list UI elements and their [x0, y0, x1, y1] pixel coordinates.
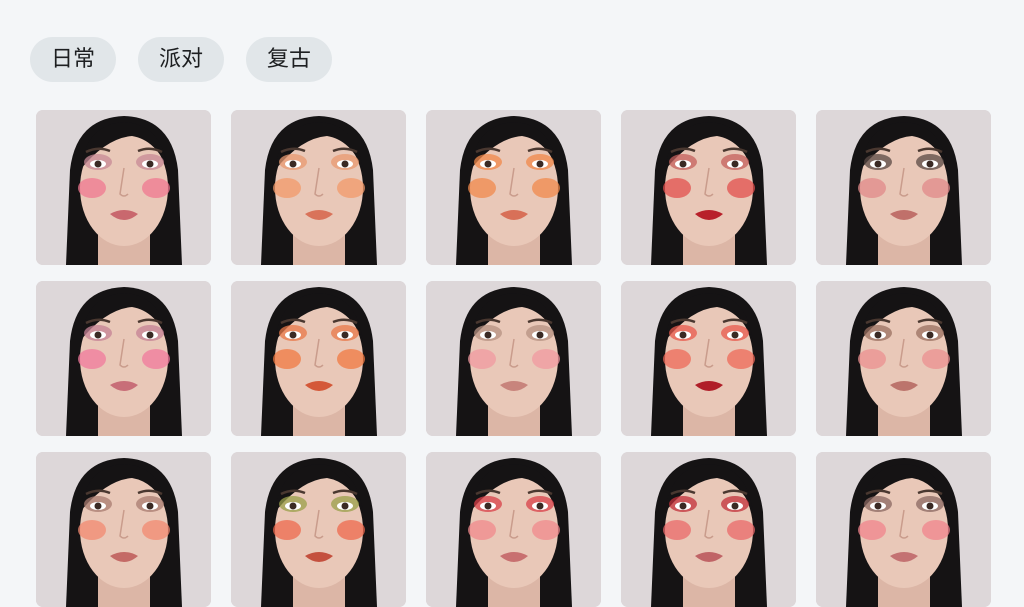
- face-thumbnail: [816, 110, 991, 265]
- look-tile-red-retro[interactable]: [426, 452, 601, 607]
- tab-party[interactable]: 派对: [138, 37, 225, 82]
- look-tile-red-glam[interactable]: [621, 110, 796, 265]
- look-tile-warm-brown[interactable]: [816, 281, 991, 436]
- face-thumbnail: [36, 281, 211, 436]
- look-tile-soft-nude[interactable]: [426, 281, 601, 436]
- look-tile-soft-pink-retro[interactable]: [816, 452, 991, 607]
- makeup-look-grid: [36, 110, 991, 607]
- face-thumbnail: [816, 281, 991, 436]
- look-tile-pink-daily[interactable]: [36, 110, 211, 265]
- look-tile-sunset-orange[interactable]: [231, 281, 406, 436]
- look-tile-smoky-neutral[interactable]: [816, 110, 991, 265]
- look-tile-crimson-smoky[interactable]: [621, 452, 796, 607]
- tab-retro[interactable]: 复古: [246, 37, 333, 82]
- face-thumbnail: [231, 281, 406, 436]
- face-thumbnail: [426, 452, 601, 607]
- face-thumbnail: [621, 281, 796, 436]
- face-thumbnail: [426, 281, 601, 436]
- look-tile-olive-green[interactable]: [231, 452, 406, 607]
- face-thumbnail: [36, 452, 211, 607]
- face-thumbnail: [426, 110, 601, 265]
- look-tile-peach-orange[interactable]: [231, 110, 406, 265]
- face-thumbnail: [231, 110, 406, 265]
- look-tile-coral-daily[interactable]: [36, 452, 211, 607]
- face-thumbnail: [231, 452, 406, 607]
- look-tile-rosy-pink[interactable]: [36, 281, 211, 436]
- face-thumbnail: [621, 110, 796, 265]
- look-tile-coral-sparkle[interactable]: [621, 281, 796, 436]
- style-tabs: 日常 派对 复古: [30, 37, 333, 82]
- face-thumbnail: [816, 452, 991, 607]
- tab-daily[interactable]: 日常: [30, 37, 117, 82]
- face-thumbnail: [36, 110, 211, 265]
- face-thumbnail: [621, 452, 796, 607]
- look-tile-bright-orange[interactable]: [426, 110, 601, 265]
